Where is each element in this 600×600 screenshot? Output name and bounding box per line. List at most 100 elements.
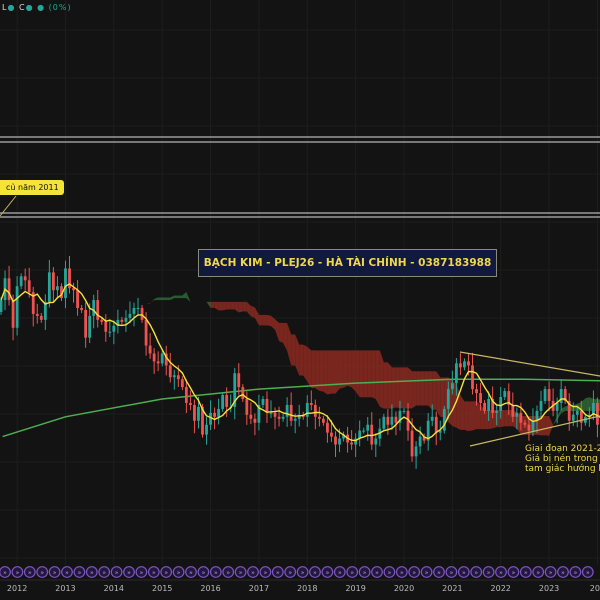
candle-body bbox=[559, 389, 563, 403]
ichimoku-cloud-segment bbox=[323, 350, 328, 395]
candle-body bbox=[386, 416, 390, 425]
candle-body bbox=[15, 286, 19, 328]
candle-body bbox=[503, 391, 507, 398]
candle-body bbox=[132, 307, 136, 314]
candle-body bbox=[213, 412, 216, 417]
note-line: Giá bị nén trong n bbox=[525, 454, 600, 464]
ichimoku-cloud-segment bbox=[307, 346, 312, 389]
ichimoku-cloud-segment bbox=[585, 397, 590, 411]
event-marker-glyph: » bbox=[350, 570, 354, 577]
ichimoku-cloud-segment bbox=[464, 401, 469, 432]
candle-body bbox=[543, 389, 547, 401]
ichimoku-cloud-segment bbox=[395, 367, 400, 409]
event-marker-glyph: » bbox=[65, 570, 69, 577]
candle-body bbox=[237, 373, 241, 388]
watermark-banner[interactable]: BẠCH KIM - PLEJ26 - HÀ TÀI CHÍNH - 03871… bbox=[198, 249, 497, 277]
ichimoku-cloud-segment bbox=[468, 401, 473, 432]
ichimoku-cloud-segment bbox=[210, 301, 215, 308]
ichimoku-cloud-segment bbox=[327, 350, 332, 395]
candle-body bbox=[156, 361, 160, 364]
candle-body bbox=[463, 361, 466, 368]
event-marker-glyph: » bbox=[375, 570, 379, 577]
event-marker-glyph: » bbox=[412, 570, 416, 577]
candle-body bbox=[575, 410, 579, 415]
event-marker-glyph: » bbox=[512, 570, 516, 577]
candle-body bbox=[209, 412, 212, 425]
candle-body bbox=[168, 365, 172, 378]
ichimoku-cloud-segment bbox=[279, 322, 284, 343]
candle-body bbox=[285, 404, 289, 417]
ichimoku-cloud-segment bbox=[178, 295, 183, 299]
ichimoku-cloud-segment bbox=[549, 416, 554, 436]
candle-body bbox=[515, 412, 519, 417]
candle-body bbox=[459, 363, 462, 368]
candle-body bbox=[47, 272, 51, 303]
candle-body bbox=[277, 416, 281, 419]
candle-body bbox=[519, 412, 523, 423]
event-marker-glyph: » bbox=[152, 570, 156, 577]
candle-body bbox=[189, 402, 192, 405]
ichimoku-cloud-segment bbox=[258, 314, 263, 326]
callout-2011[interactable]: củ năm 2011 bbox=[0, 180, 64, 195]
candle-body bbox=[104, 321, 108, 332]
candle-body bbox=[172, 375, 176, 378]
candle-body bbox=[92, 300, 96, 316]
candle-body bbox=[265, 398, 269, 413]
candle-body bbox=[249, 414, 253, 419]
note-line: Giai đoạn 2021-20 bbox=[525, 444, 600, 454]
candle-body bbox=[571, 414, 575, 421]
candle-body bbox=[84, 309, 88, 338]
ichimoku-cloud-segment bbox=[363, 350, 368, 398]
event-marker-glyph: » bbox=[388, 570, 392, 577]
candle-body bbox=[382, 416, 386, 429]
x-axis-tick-label: 202 bbox=[589, 584, 600, 593]
candle-body bbox=[402, 410, 406, 412]
candle-body bbox=[471, 365, 474, 390]
candle-body bbox=[362, 430, 366, 432]
event-marker-glyph: » bbox=[487, 570, 491, 577]
x-axis-tick-label: 2018 bbox=[297, 584, 318, 593]
candle-body bbox=[326, 422, 329, 433]
ichimoku-cloud-segment bbox=[424, 371, 429, 406]
candle-body bbox=[217, 408, 221, 417]
event-marker-glyph: » bbox=[450, 570, 454, 577]
event-marker-glyph: » bbox=[127, 570, 131, 577]
ichimoku-cloud-segment bbox=[166, 297, 171, 301]
ichimoku-cloud-segment bbox=[150, 298, 155, 304]
price-chart[interactable]: » » » » » » » » » » » » » » » » » » » » » » » » » » » » » » » » » » » » » » » »… bbox=[0, 0, 600, 600]
candle-body bbox=[197, 406, 200, 421]
candle-body bbox=[366, 424, 370, 431]
triangle-annotation[interactable]: Giai đoạn 2021-20 Giá bị nén trong n tam… bbox=[525, 444, 600, 474]
ichimoku-cloud-segment bbox=[371, 350, 376, 399]
ichimoku-cloud-segment bbox=[158, 297, 163, 301]
event-marker-glyph: » bbox=[499, 570, 503, 577]
legend-close: C bbox=[19, 3, 26, 12]
event-marker-glyph: » bbox=[16, 570, 20, 577]
x-axis-tick-label: 2017 bbox=[248, 584, 270, 593]
candle-body bbox=[193, 404, 196, 421]
candle-body bbox=[253, 418, 257, 423]
ichimoku-cloud-segment bbox=[488, 410, 493, 430]
ichimoku-cloud-segment bbox=[218, 301, 223, 311]
ichimoku-cloud-segment bbox=[174, 295, 179, 299]
event-marker-glyph: » bbox=[177, 570, 181, 577]
event-marker-glyph: » bbox=[474, 570, 478, 577]
ichimoku-cloud-segment bbox=[404, 367, 409, 409]
ichimoku-cloud-segment bbox=[287, 323, 292, 366]
ichimoku-cloud-segment bbox=[412, 371, 417, 409]
x-axis-tick-label: 2015 bbox=[152, 584, 173, 593]
ichimoku-cloud-segment bbox=[105, 292, 110, 307]
candle-body bbox=[176, 375, 180, 380]
candle-body bbox=[289, 404, 293, 421]
event-marker-glyph: » bbox=[53, 570, 57, 577]
candle-body bbox=[313, 404, 317, 417]
ichimoku-cloud-segment bbox=[484, 410, 489, 430]
ichimoku-cloud-segment bbox=[500, 410, 505, 428]
candle-body bbox=[124, 317, 128, 322]
candle-body bbox=[76, 290, 79, 308]
candle-body bbox=[418, 436, 422, 447]
ohlc-legend: L● C● ● (0%) bbox=[2, 3, 72, 12]
candle-body bbox=[334, 436, 337, 445]
candle-body bbox=[136, 307, 140, 309]
candle-body bbox=[390, 416, 394, 425]
